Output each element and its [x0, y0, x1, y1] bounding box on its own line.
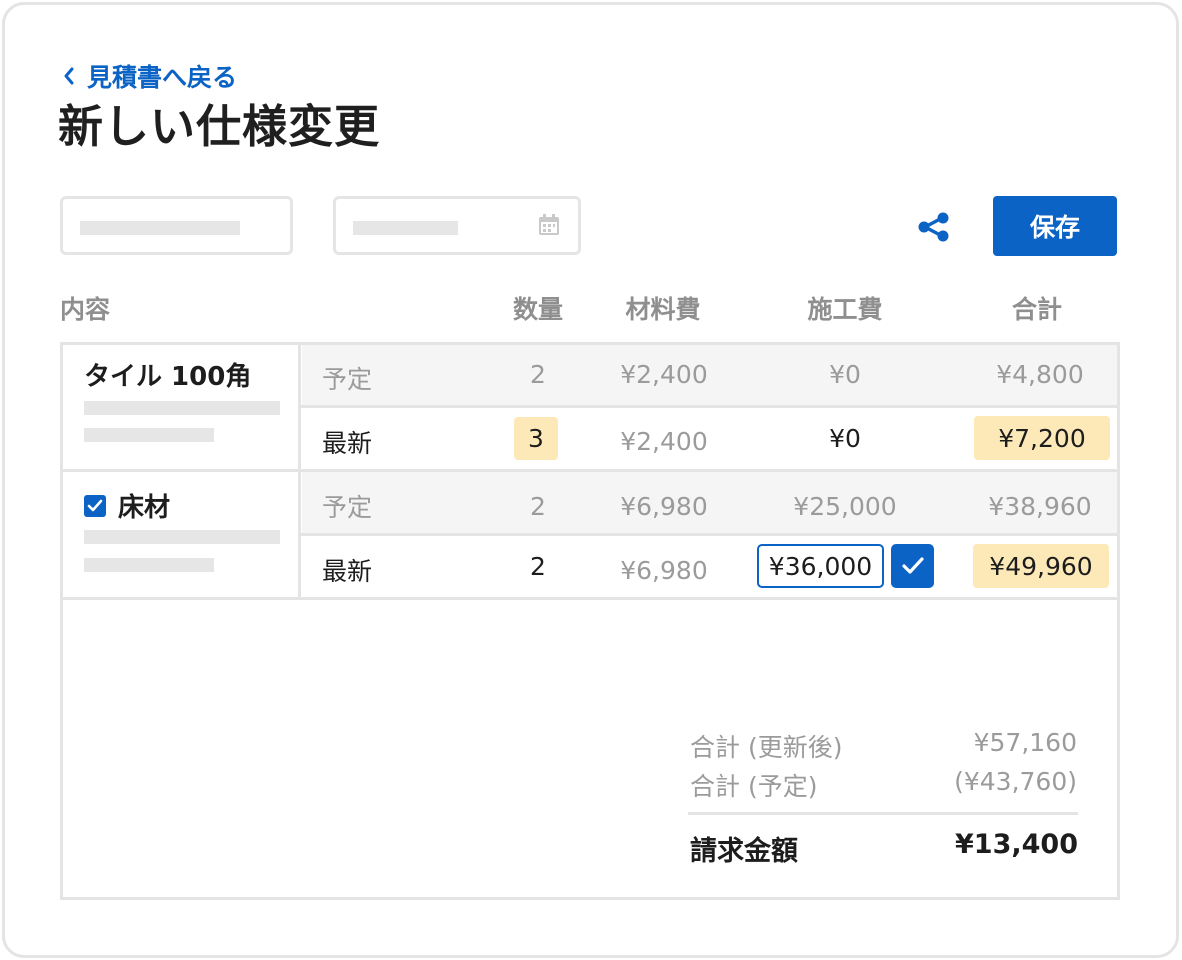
- billing-amount-label: 請求金額: [690, 836, 798, 867]
- total-value: ¥38,960: [988, 492, 1092, 521]
- billing-amount-value: ¥13,400: [955, 829, 1078, 860]
- back-link[interactable]: 見積書へ戻る: [63, 60, 237, 92]
- row-divider: [62, 469, 1118, 472]
- row-type-label: 予定: [322, 365, 373, 394]
- confirm-button[interactable]: [891, 544, 934, 588]
- checkmark-icon: [901, 557, 924, 574]
- row-type-label: 最新: [322, 429, 373, 458]
- total-value: ¥4,800: [996, 360, 1084, 389]
- labor-value: ¥25,000: [793, 492, 897, 521]
- description-placeholder: [84, 558, 214, 572]
- material-value: ¥2,400: [620, 427, 708, 456]
- column-header-material: 材料費: [625, 295, 701, 324]
- summary-updated-label: 合計 (更新後): [690, 733, 843, 762]
- material-value: ¥2,400: [620, 360, 708, 389]
- item-row-header: 床材: [84, 487, 170, 524]
- calendar-icon[interactable]: [538, 214, 560, 240]
- description-placeholder: [84, 428, 214, 442]
- column-header-labor: 施工費: [807, 295, 883, 324]
- checkbox-checked-icon[interactable]: [84, 494, 106, 517]
- item-name: 床材: [118, 493, 171, 523]
- row-divider: [301, 405, 1118, 408]
- material-value: ¥6,980: [620, 492, 708, 521]
- date-field[interactable]: [333, 196, 581, 255]
- summary-updated-value: ¥57,160: [973, 728, 1077, 757]
- labor-value: ¥0: [829, 424, 861, 453]
- item-name: タイル 100角: [84, 362, 252, 392]
- quantity-value: 2: [530, 492, 546, 521]
- changed-total-badge: ¥49,960: [973, 544, 1109, 588]
- column-header-total: 合計: [1011, 295, 1062, 324]
- summary-planned-value: (¥43,760): [954, 767, 1077, 796]
- material-value: ¥6,980: [620, 556, 708, 585]
- column-header-content: 内容: [60, 295, 111, 324]
- row-divider: [62, 597, 1118, 600]
- changed-quantity-badge: 3: [514, 417, 558, 460]
- placeholder-bar: [80, 221, 240, 235]
- summary-divider: [688, 812, 1078, 815]
- column-header-quantity: 数量: [512, 295, 563, 324]
- placeholder-bar: [353, 221, 458, 235]
- row-type-label: 最新: [322, 557, 373, 586]
- labor-edit-input[interactable]: ¥36,000: [757, 544, 884, 588]
- text-field[interactable]: [60, 196, 293, 255]
- row-divider: [301, 533, 1118, 536]
- summary-planned-label: 合計 (予定): [690, 772, 818, 801]
- quantity-value: 2: [530, 552, 546, 581]
- change-table: [60, 342, 1120, 900]
- changed-total-badge: ¥7,200: [974, 416, 1110, 460]
- row-type-label: 予定: [322, 493, 373, 522]
- quantity-value: 2: [530, 360, 546, 389]
- labor-value: ¥0: [829, 360, 861, 389]
- save-button[interactable]: 保存: [993, 196, 1117, 256]
- back-link-label[interactable]: 見積書へ戻る: [87, 58, 237, 94]
- chevron-left-icon: [63, 66, 77, 86]
- column-divider: [298, 345, 301, 597]
- share-icon[interactable]: [915, 210, 953, 244]
- page-title: 新しい仕様変更: [58, 100, 381, 153]
- description-placeholder: [84, 530, 280, 544]
- description-placeholder: [84, 401, 280, 415]
